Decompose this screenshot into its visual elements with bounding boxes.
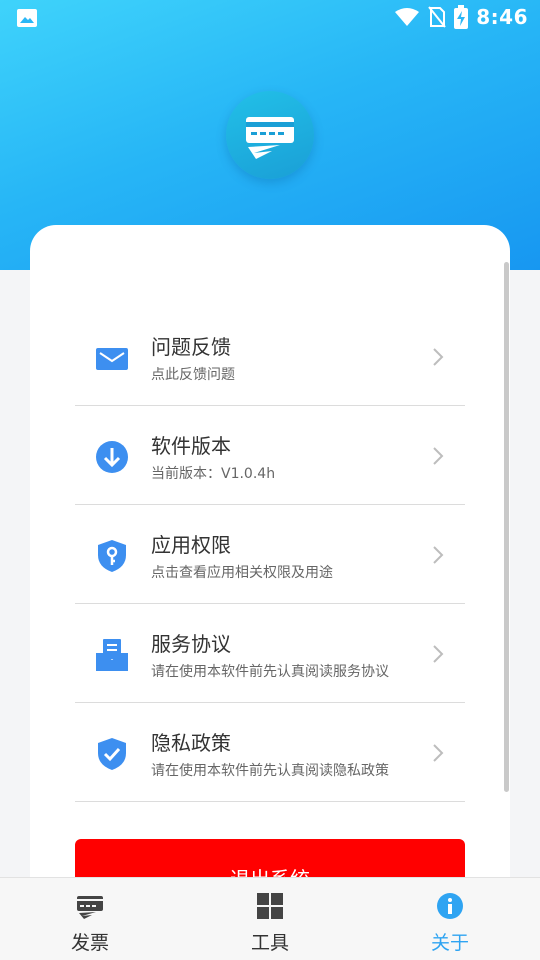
menu-item-title: 问题反馈 [151,335,231,359]
menu-item-feedback[interactable]: 问题反馈 点此反馈问题 [75,307,465,406]
menu-item-version[interactable]: 软件版本 当前版本：V1.0.4h [75,406,465,505]
tab-tools[interactable]: 工具 [220,878,320,960]
menu-item-title: 软件版本 [151,434,231,458]
chevron-right-icon [433,447,444,465]
no-sim-icon [428,6,447,28]
info-icon [437,893,463,919]
menu-item-title: 服务协议 [151,632,231,656]
image-icon [17,9,37,27]
shield-key-icon [98,540,126,572]
tab-about[interactable]: 关于 [400,878,500,960]
menu-item-title: 应用权限 [151,533,231,557]
menu-item-privacy-policy[interactable]: 隐私政策 请在使用本软件前先认真阅读隐私政策 [75,703,465,802]
invoice-icon [77,896,103,919]
download-icon [96,441,128,473]
menu-item-subtitle: 当前版本：V1.0.4h [151,466,276,482]
tab-label: 关于 [430,932,469,954]
menu-item-subtitle: 请在使用本软件前先认真阅读隐私政策 [151,763,389,779]
scrollbar[interactable] [504,262,509,792]
chevron-right-icon [433,348,444,366]
menu-item-subtitle: 点击查看应用相关权限及用途 [151,565,333,581]
grid-icon [257,893,283,919]
invoice-logo-icon [246,117,294,159]
chevron-right-icon [433,645,444,663]
shield-check-icon [98,738,126,770]
tab-label: 发票 [70,932,109,954]
battery-charging-icon [454,5,469,29]
chevron-right-icon [433,546,444,564]
status-time: 8:46 [476,5,528,29]
wifi-icon [395,8,420,26]
menu-item-subtitle: 点此反馈问题 [151,367,235,383]
about-menu: 问题反馈 点此反馈问题 软件版本 当前版本：V1.0.4h 应用权限 点击查看应… [75,307,465,802]
chevron-right-icon [433,744,444,762]
tab-invoice[interactable]: 发票 [40,878,140,960]
menu-item-permissions[interactable]: 应用权限 点击查看应用相关权限及用途 [75,505,465,604]
menu-item-title: 隐私政策 [151,731,231,755]
menu-item-service-agreement[interactable]: 服务协议 请在使用本软件前先认真阅读服务协议 [75,604,465,703]
status-bar: 8:46 [0,0,540,36]
app-logo [226,91,314,179]
bottom-tab-bar: 发票 工具 关于 [0,877,540,960]
mail-icon [96,348,128,370]
menu-item-subtitle: 请在使用本软件前先认真阅读服务协议 [151,664,389,680]
tab-label: 工具 [250,932,289,954]
agreement-icon [96,639,128,671]
